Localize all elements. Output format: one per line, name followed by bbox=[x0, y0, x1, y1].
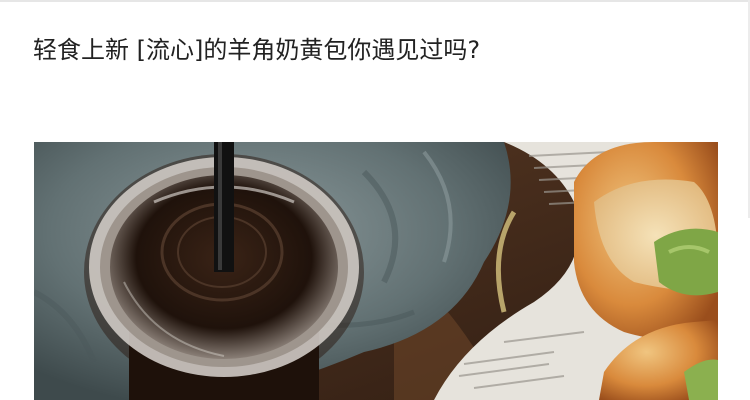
article-title: 轻食上新 [流心]的羊角奶黄包你遇见过吗? bbox=[33, 36, 481, 64]
article-photo[interactable] bbox=[34, 142, 718, 400]
top-divider bbox=[0, 0, 750, 2]
